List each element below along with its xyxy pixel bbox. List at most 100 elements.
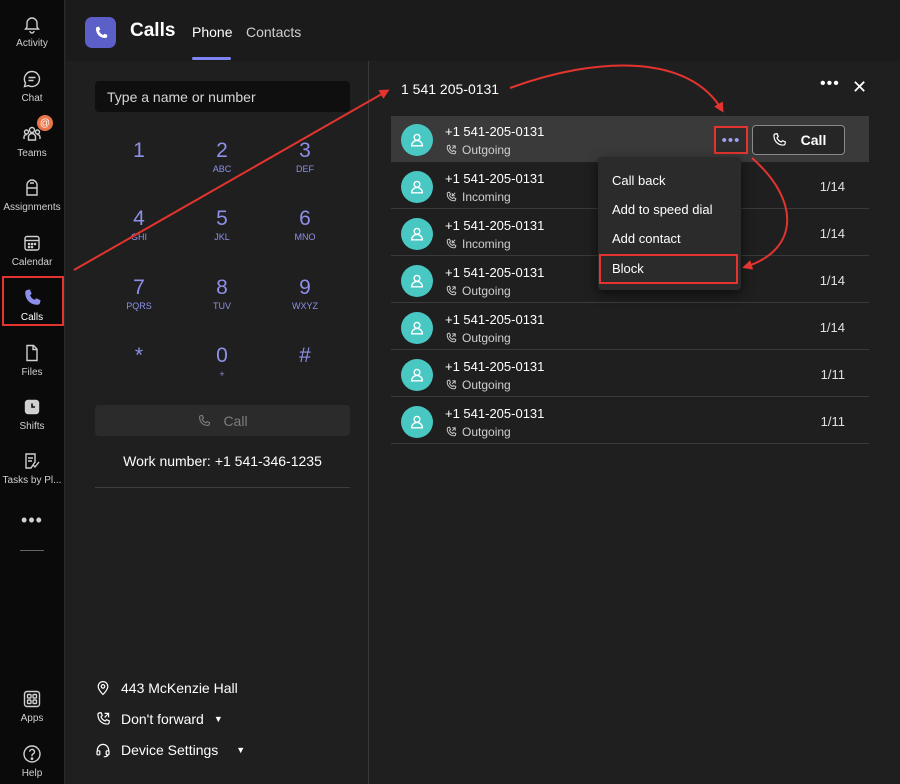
key-digit: * (134, 344, 144, 367)
row-more-options-button[interactable]: ••• (714, 126, 748, 154)
row-date: 1/14 (819, 320, 845, 335)
mention-badge: @ (37, 115, 53, 131)
dial-key-8[interactable]: 8 TUV (192, 276, 252, 326)
key-digit: 2 (216, 139, 228, 162)
row-number: +1 541-205-0131 (445, 265, 545, 280)
device-settings-dropdown[interactable]: Device Settings ▼ (95, 742, 245, 758)
key-letters: DEF (296, 164, 314, 174)
app-header: Calls Phone Contacts (66, 0, 900, 61)
rail-item-shifts[interactable]: Shifts (0, 393, 64, 443)
key-letters: PQRS (126, 301, 152, 311)
key-digit: 4 (133, 207, 145, 230)
key-digit: 5 (216, 207, 228, 230)
calls-app-icon (85, 17, 116, 48)
tab-phone[interactable]: Phone (192, 24, 232, 40)
rail-label: Chat (21, 93, 43, 104)
tab-contacts[interactable]: Contacts (246, 24, 301, 40)
chevron-down-icon: ▼ (213, 714, 223, 724)
dial-key-1[interactable]: 1 (109, 139, 169, 189)
more-options-button[interactable]: ••• (820, 75, 840, 93)
rail-item-help[interactable]: Help (0, 740, 64, 784)
incoming-call-icon (446, 191, 457, 202)
app-rail: Activity Chat Teams @ Assignments Calend… (0, 0, 65, 784)
key-digit: 0 (216, 344, 228, 367)
rail-item-assignments[interactable]: Assignments (0, 174, 64, 224)
rail-item-activity[interactable]: Activity (0, 10, 64, 60)
avatar (401, 359, 433, 391)
person-icon (410, 274, 424, 288)
dial-key-hash[interactable]: # (275, 344, 335, 394)
location-pin-icon (97, 681, 109, 696)
work-number-label: Work number: (123, 453, 211, 469)
search-input[interactable] (95, 81, 350, 112)
key-digit: 7 (133, 276, 145, 299)
row-direction-label: Outgoing (462, 425, 511, 439)
contact-number-title: 1 541 205-0131 (401, 81, 500, 97)
dial-key-star[interactable]: * (109, 344, 169, 394)
work-number-value: +1 541-346-1235 (214, 453, 322, 469)
dial-key-0[interactable]: 0 + (192, 344, 252, 394)
person-icon (410, 368, 424, 382)
dial-call-button[interactable]: Call (95, 405, 350, 436)
incoming-call-icon (446, 238, 457, 249)
apps-icon (23, 690, 41, 708)
page-title: Calls (130, 20, 176, 41)
row-direction-label: Outgoing (462, 331, 511, 345)
dial-key-2[interactable]: 2 ABC (192, 139, 252, 189)
key-letters: ABC (212, 164, 232, 174)
dial-key-9[interactable]: 9 WXYZ (275, 276, 335, 326)
dial-key-4[interactable]: 4 GHI (109, 207, 169, 257)
history-row[interactable]: +1 541-205-0131 Outgoing 1/14 (391, 304, 869, 350)
help-icon (23, 745, 41, 763)
headset-icon (96, 743, 110, 758)
dial-key-3[interactable]: 3 DEF (275, 139, 335, 189)
avatar (401, 218, 433, 250)
key-digit: 8 (216, 276, 228, 299)
rail-item-calendar[interactable]: Calendar (0, 229, 64, 279)
rail-item-chat[interactable]: Chat (0, 65, 64, 115)
location-item[interactable]: 443 McKenzie Hall (95, 680, 238, 696)
row-direction-label: Outgoing (462, 143, 511, 157)
rail-item-tasks[interactable]: Tasks by Pl... (0, 447, 64, 497)
file-icon (26, 344, 38, 362)
close-button[interactable]: ✕ (852, 77, 867, 98)
menu-item-call-back[interactable]: Call back (612, 173, 665, 188)
rail-divider (20, 550, 44, 551)
history-row[interactable]: +1 541-205-0131 Outgoing 1/11 (391, 398, 869, 444)
menu-item-add-contact[interactable]: Add contact (612, 231, 681, 246)
location-label: 443 McKenzie Hall (121, 680, 238, 696)
work-number: Work number: +1 541-346-1235 (95, 453, 350, 469)
row-call-button[interactable]: Call (752, 125, 845, 155)
dial-key-7[interactable]: 7 PQRS (109, 276, 169, 326)
rail-label: Calendar (11, 257, 53, 268)
history-row[interactable]: +1 541-205-0131 Outgoing ••• Call (391, 116, 869, 162)
row-direction: Outgoing (445, 425, 511, 439)
row-direction-label: Incoming (462, 237, 511, 251)
row-direction: Outgoing (445, 378, 511, 392)
rail-item-teams[interactable]: Teams (0, 120, 64, 170)
dial-key-6[interactable]: 6 MNO (275, 207, 335, 257)
row-date: 1/14 (819, 179, 845, 194)
row-number: +1 541-205-0131 (445, 124, 545, 139)
history-row[interactable]: +1 541-205-0131 Outgoing 1/11 (391, 351, 869, 397)
row-number: +1 541-205-0131 (445, 312, 545, 327)
rail-item-apps[interactable]: Apps (0, 685, 64, 735)
clock-icon (24, 399, 40, 415)
dial-key-5[interactable]: 5 JKL (192, 207, 252, 257)
row-direction: Incoming (445, 237, 511, 251)
row-direction-label: Incoming (462, 190, 511, 204)
avatar (401, 171, 433, 203)
more-apps-button[interactable]: ••• (0, 510, 64, 531)
rail-label: Files (21, 367, 43, 378)
rail-label: Tasks by Pl... (2, 475, 62, 486)
rail-item-files[interactable]: Files (0, 339, 64, 389)
outgoing-call-icon (446, 379, 457, 390)
row-date: 1/14 (819, 226, 845, 241)
key-letters: GHI (130, 232, 147, 242)
menu-item-add-to-speed-dial[interactable]: Add to speed dial (612, 202, 712, 217)
row-call-label: Call (800, 132, 827, 148)
person-icon (410, 180, 424, 194)
divider (95, 487, 350, 488)
phone-icon (773, 132, 786, 146)
call-forwarding-dropdown[interactable]: Don't forward ▼ (95, 711, 223, 727)
